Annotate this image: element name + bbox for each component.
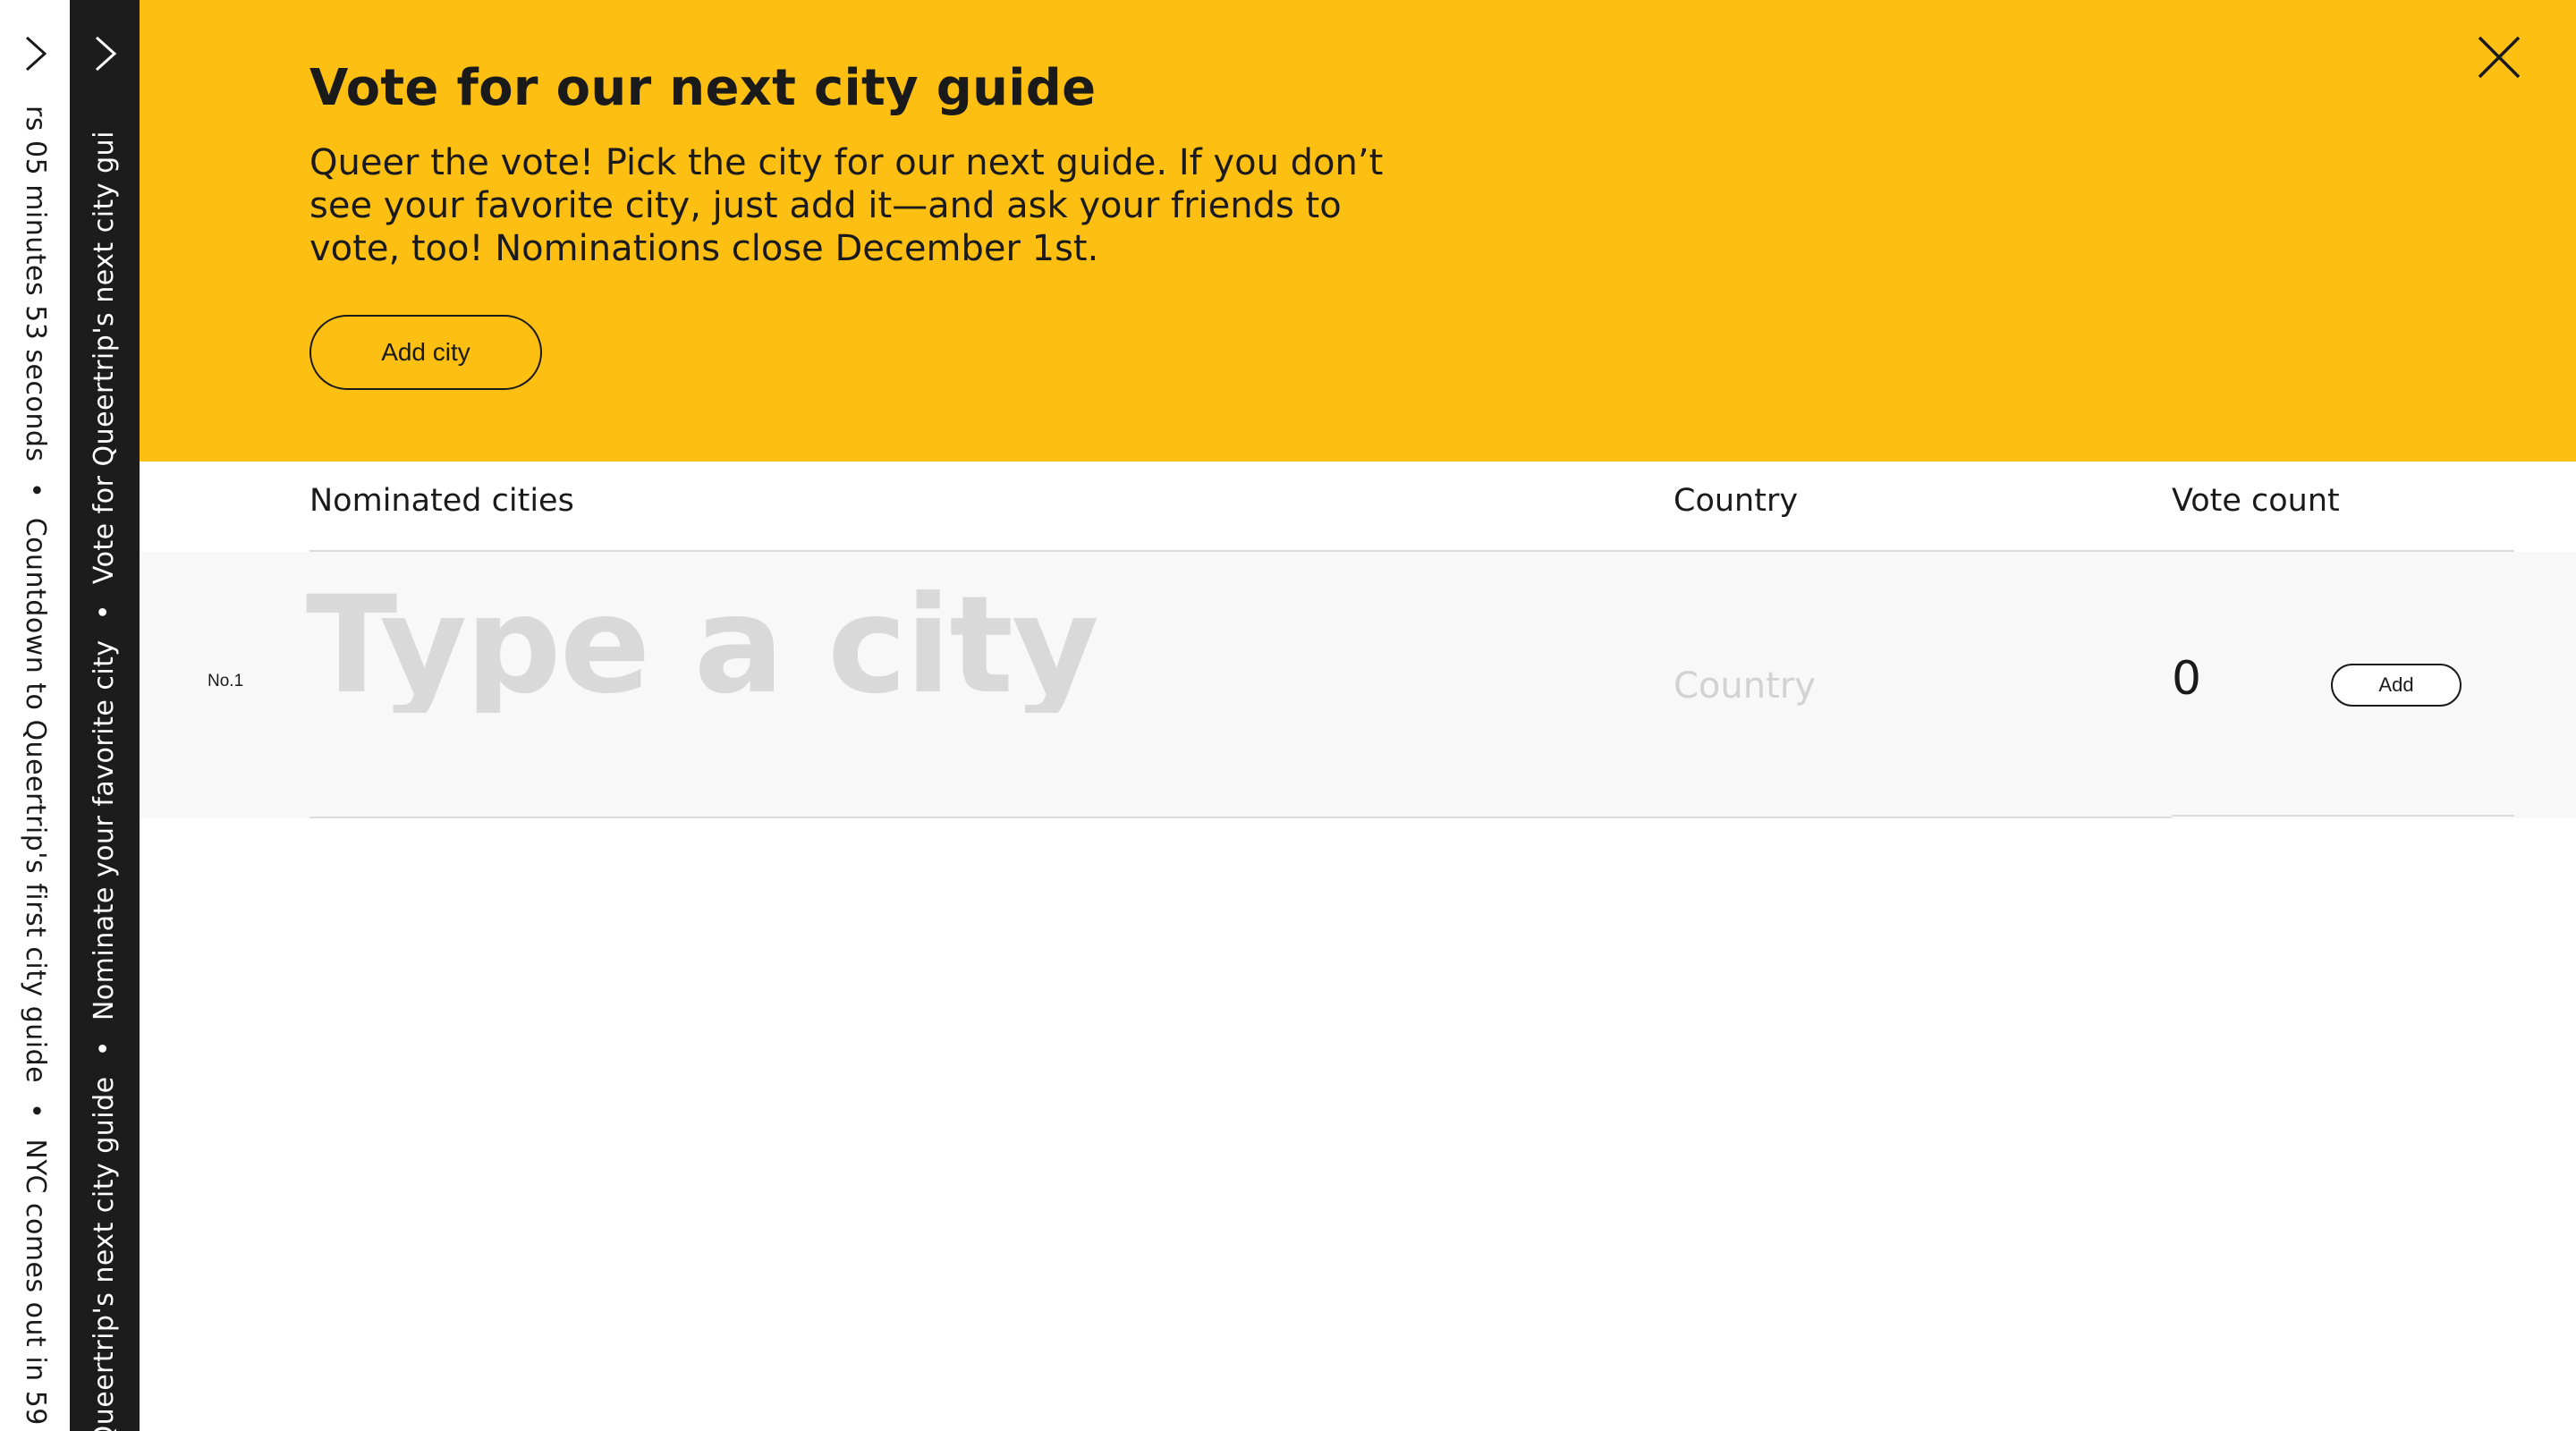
page-title: Vote for our next city guide bbox=[309, 59, 1097, 117]
country-input[interactable] bbox=[1674, 659, 2049, 713]
ticker-separator: • bbox=[89, 603, 120, 621]
column-header-votes: Vote count bbox=[2172, 483, 2340, 519]
countdown-rail: rs 05 minutes 53 seconds • Countdown to Qu… bbox=[0, 0, 70, 1431]
ticker-text: Vote for Queertrip's next city gui bbox=[89, 130, 120, 584]
column-header-country: Country bbox=[1674, 483, 1799, 519]
row-rank: No.1 bbox=[208, 672, 244, 690]
countdown-ticker: rs 05 minutes 53 seconds • Countdown to Qu… bbox=[20, 106, 51, 1426]
vote-banner: Vote for our next city guide Queer the v… bbox=[140, 0, 2576, 461]
add-vote-button[interactable]: Add bbox=[2331, 664, 2462, 707]
ticker-text: r Queertrip's next city guide bbox=[89, 1076, 120, 1431]
chevron-right-icon[interactable] bbox=[89, 34, 120, 73]
ticker-separator: • bbox=[20, 481, 51, 498]
column-header-city: Nominated cities bbox=[309, 483, 574, 519]
vote-rail: r Queertrip's next city guide • Nominate y… bbox=[70, 0, 140, 1431]
vote-ticker: r Queertrip's next city guide • Nominate y… bbox=[89, 130, 120, 1431]
banner-description: Queer the vote! Pick the city for our ne… bbox=[309, 142, 1384, 269]
ticker-text: Nominate your favorite city bbox=[89, 639, 120, 1020]
ticker-separator: • bbox=[20, 1103, 51, 1120]
city-input[interactable] bbox=[306, 579, 1558, 713]
close-icon[interactable] bbox=[2472, 30, 2526, 84]
table-row: No.1 0 Add bbox=[140, 552, 2576, 818]
vote-count: 0 bbox=[2172, 652, 2202, 706]
divider bbox=[309, 817, 2172, 818]
ticker-text: rs 05 minutes 53 seconds bbox=[20, 106, 51, 462]
ticker-text: Countdown to Queertrip's first city guid… bbox=[20, 517, 51, 1084]
ticker-text: NYC comes out in 59 bbox=[20, 1139, 51, 1426]
add-city-button[interactable]: Add city bbox=[309, 315, 542, 390]
ticker-separator: • bbox=[89, 1039, 120, 1057]
divider bbox=[2172, 815, 2514, 817]
chevron-right-icon[interactable] bbox=[20, 34, 50, 73]
table-header: Nominated cities Country Vote count bbox=[140, 461, 2576, 552]
